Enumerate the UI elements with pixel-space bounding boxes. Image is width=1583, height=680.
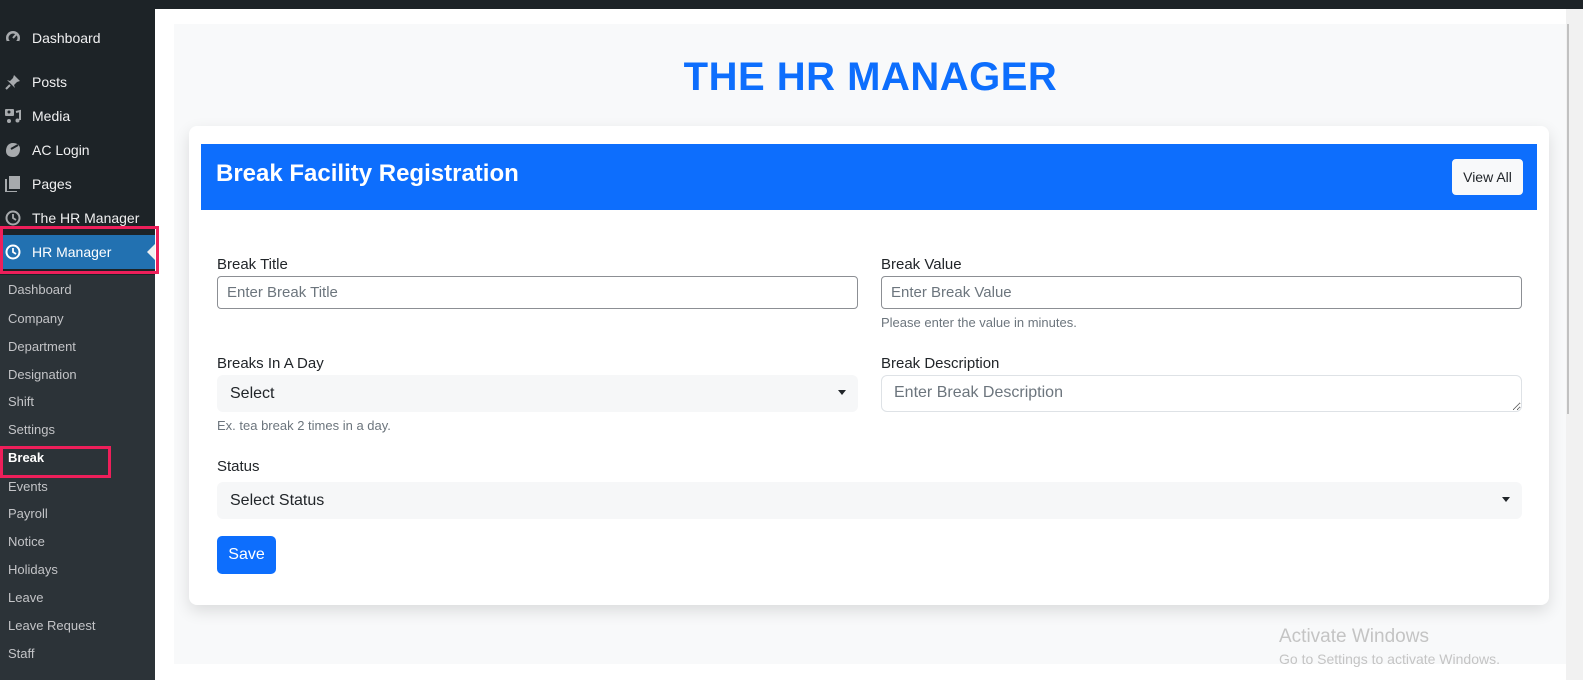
menu-item-hr-manager[interactable]: HR Manager [0, 235, 155, 269]
menu-label: Media [32, 108, 71, 124]
submenu-dashboard[interactable]: Dashboard [8, 282, 72, 297]
pages-icon [5, 176, 21, 192]
breaks-in-a-day-label: Breaks In A Day [217, 355, 324, 372]
caret-down-icon [1502, 497, 1510, 502]
save-button[interactable]: Save [217, 536, 276, 574]
card-title: Break Facility Registration [216, 160, 519, 187]
admin-top-bar [0, 0, 1583, 9]
palette-icon [5, 142, 21, 158]
submenu-shift[interactable]: Shift [8, 394, 34, 409]
breaks-in-a-day-select[interactable]: Select [217, 375, 858, 412]
submenu-staff[interactable]: Staff [8, 646, 35, 661]
activate-windows-title: Activate Windows [1279, 626, 1429, 647]
submenu-events[interactable]: Events [8, 479, 48, 494]
submenu-break[interactable]: Break [8, 450, 44, 465]
select-value: Select [230, 384, 275, 402]
submenu-holidays[interactable]: Holidays [8, 562, 58, 577]
page-title: THE HR MANAGER [683, 55, 1058, 99]
view-all-button[interactable]: View All [1452, 159, 1523, 195]
break-title-label: Break Title [217, 256, 288, 273]
submenu-notice[interactable]: Notice [8, 534, 45, 549]
submenu-leave[interactable]: Leave [8, 590, 43, 605]
submenu-leave-request[interactable]: Leave Request [8, 618, 95, 633]
submenu-department[interactable]: Department [8, 339, 76, 354]
submenu-designation[interactable]: Designation [8, 367, 77, 382]
dashboard-icon [5, 30, 21, 46]
menu-label: Posts [32, 74, 68, 90]
hr-manager-submenu: Dashboard Company Department Designation… [0, 275, 155, 680]
select-value: Select Status [230, 491, 325, 509]
menu-label: Dashboard [32, 30, 101, 46]
clock-icon [5, 210, 21, 226]
scrollbar-thumb[interactable] [1567, 24, 1569, 414]
break-title-input[interactable] [217, 276, 858, 309]
submenu-settings[interactable]: Settings [8, 422, 55, 437]
break-value-label: Break Value [881, 256, 962, 273]
break-description-label: Break Description [881, 355, 1000, 372]
menu-item-the-hr-manager[interactable]: The HR Manager [0, 201, 155, 235]
menu-label: The HR Manager [32, 210, 140, 226]
admin-sidebar: Dashboard Posts Media AC Login Pages The… [0, 0, 155, 680]
menu-label: AC Login [32, 142, 90, 158]
submenu-company[interactable]: Company [8, 311, 64, 326]
status-label: Status [217, 458, 260, 475]
activate-windows-subtitle: Go to Settings to activate Windows. [1279, 651, 1500, 667]
status-select[interactable]: Select Status [217, 482, 1522, 519]
menu-item-ac-login[interactable]: AC Login [0, 133, 155, 167]
clock-icon [5, 244, 21, 260]
menu-item-pages[interactable]: Pages [0, 167, 155, 201]
menu-item-posts[interactable]: Posts [0, 65, 155, 99]
break-description-textarea[interactable] [881, 375, 1522, 412]
pin-icon [5, 74, 21, 90]
break-value-help: Please enter the value in minutes. [881, 315, 1077, 330]
media-icon [5, 108, 21, 124]
menu-label: HR Manager [32, 244, 112, 260]
menu-item-dashboard[interactable]: Dashboard [0, 21, 155, 55]
breaks-in-a-day-help: Ex. tea break 2 times in a day. [217, 418, 391, 433]
submenu-payroll[interactable]: Payroll [8, 506, 48, 521]
caret-down-icon [838, 390, 846, 395]
menu-label: Pages [32, 176, 72, 192]
break-value-input[interactable] [881, 276, 1522, 309]
menu-item-media[interactable]: Media [0, 99, 155, 133]
